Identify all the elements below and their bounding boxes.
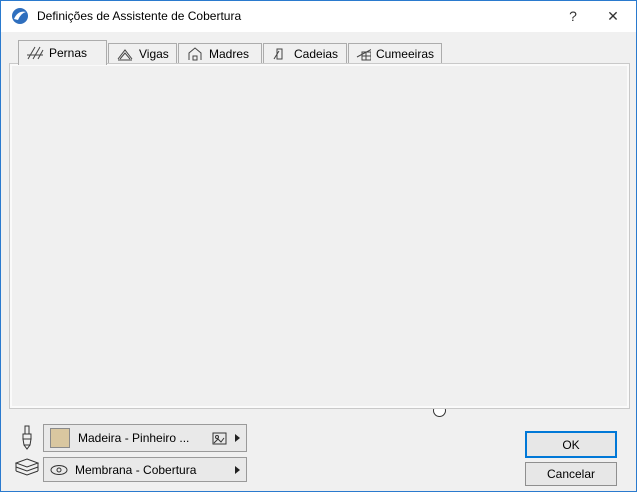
material-brush-icon — [18, 425, 36, 454]
tab-madres[interactable]: Madres — [178, 43, 262, 64]
cancel-button[interactable]: Cancelar — [525, 462, 617, 486]
material-dropdown-arrow-icon — [235, 434, 240, 442]
tab-vigas[interactable]: Vigas — [108, 43, 177, 64]
tab-madres-label: Madres — [209, 46, 250, 61]
help-button[interactable]: ? — [556, 1, 590, 32]
eye-icon — [50, 464, 68, 475]
tab-cadeias-label: Cadeias — [294, 46, 339, 61]
layer-stack-icon — [14, 458, 40, 483]
vigas-tab-icon — [117, 48, 133, 60]
roof-wizard-dialog: Definições de Assistente de Cobertura ? … — [0, 0, 637, 492]
tab-cumeeiras[interactable]: Cumeeiras — [348, 43, 442, 64]
layer-dropdown[interactable]: Membrana - Cobertura — [43, 457, 247, 482]
tab-cadeias[interactable]: Cadeias — [263, 43, 347, 64]
pernas-tab-panel — [9, 63, 630, 409]
title-bar: Definições de Assistente de Cobertura ? … — [1, 1, 636, 32]
tab-strip: Pernas Vigas Madres Cadeias Cumeeiras — [1, 40, 636, 65]
material-swatch — [50, 428, 70, 448]
cadeias-tab-icon — [273, 48, 283, 59]
layer-dropdown-arrow-icon — [235, 465, 240, 474]
pernas-tab-icon — [27, 46, 44, 60]
cumeeiras-tab-icon — [356, 48, 371, 60]
window-title: Definições de Assistente de Cobertura — [37, 9, 242, 23]
ok-button[interactable]: OK — [525, 431, 617, 458]
tab-pernas[interactable]: Pernas — [18, 40, 107, 65]
madres-tab-icon — [188, 46, 202, 60]
archicad-logo-icon — [11, 7, 29, 28]
close-button[interactable]: ✕ — [596, 1, 630, 32]
tab-pernas-label: Pernas — [49, 46, 88, 60]
tab-cumeeiras-label: Cumeeiras — [375, 46, 434, 61]
layer-value: Membrana - Cobertura — [75, 462, 197, 477]
material-value: Madeira - Pinheiro ... — [78, 431, 190, 445]
texture-image-icon — [212, 432, 227, 444]
tab-vigas-label: Vigas — [139, 46, 169, 61]
material-dropdown[interactable]: Madeira - Pinheiro ... — [43, 424, 247, 452]
